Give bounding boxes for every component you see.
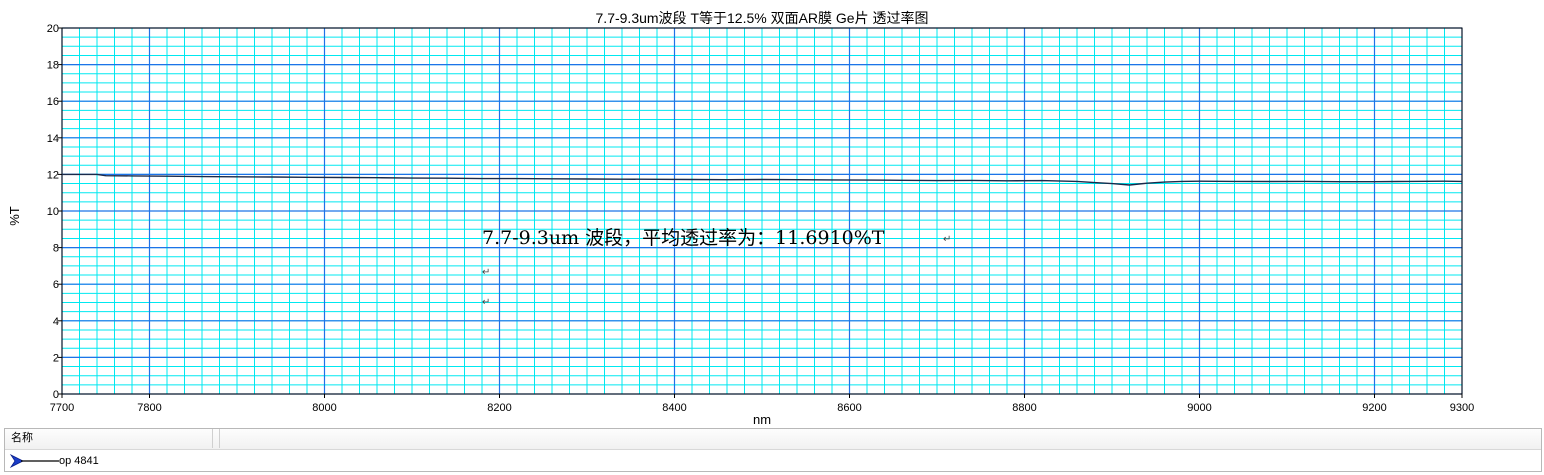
return-mark-1: ↵	[943, 234, 951, 245]
legend-panel: 名称 op 4841	[4, 428, 1542, 472]
legend-item-label: op 4841	[59, 455, 99, 467]
x-tick-label: 9200	[1362, 402, 1386, 414]
y-tick-label: 14	[47, 133, 59, 145]
axis-ticks: 7700 7800 8000 8200 8400 8600 8800 9000 9200 9300…	[47, 23, 1474, 414]
return-mark-2: ↵	[482, 267, 490, 278]
y-tick-label: 0	[53, 389, 59, 401]
chart-title: 7.7-9.3um波段 T等于12.5% 双面AR膜 Ge片 透过率图	[596, 10, 929, 26]
y-tick-label: 2	[53, 352, 59, 364]
x-tick-label: 9300	[1450, 402, 1474, 414]
legend-item[interactable]: op 4841	[5, 451, 1541, 471]
legend-column-name[interactable]: 名称	[5, 429, 213, 448]
x-tick-label: 8600	[837, 402, 861, 414]
x-tick-label: 8400	[662, 402, 686, 414]
x-tick-label: 7800	[137, 402, 161, 414]
y-tick-label: 10	[47, 206, 59, 218]
y-tick-label: 16	[47, 96, 59, 108]
x-tick-label: 8200	[487, 402, 511, 414]
x-axis-label: nm	[753, 412, 771, 427]
y-axis-label: %T	[7, 206, 22, 226]
x-tick-label: 9000	[1187, 402, 1211, 414]
y-tick-label: 4	[53, 316, 59, 328]
transmittance-chart: 7700 7800 8000 8200 8400 8600 8800 9000 9200 9300…	[7, 10, 1474, 427]
legend-column-divider[interactable]	[213, 429, 220, 448]
x-tick-label: 8000	[312, 402, 336, 414]
grid	[61, 27, 1463, 395]
y-tick-label: 12	[47, 169, 59, 181]
y-tick-label: 6	[53, 279, 59, 291]
return-mark-3: ↵	[482, 297, 490, 308]
series-marker-icon	[9, 454, 59, 468]
x-tick-label: 7700	[50, 402, 74, 414]
legend-header: 名称	[5, 429, 1541, 450]
y-tick-label: 8	[53, 243, 59, 255]
x-tick-label: 8800	[1012, 402, 1036, 414]
y-tick-label: 18	[47, 60, 59, 72]
average-transmittance-annotation: 7.7-9.3um 波段，平均透过率为：11.6910%T	[482, 227, 885, 249]
y-tick-label: 20	[47, 23, 59, 35]
